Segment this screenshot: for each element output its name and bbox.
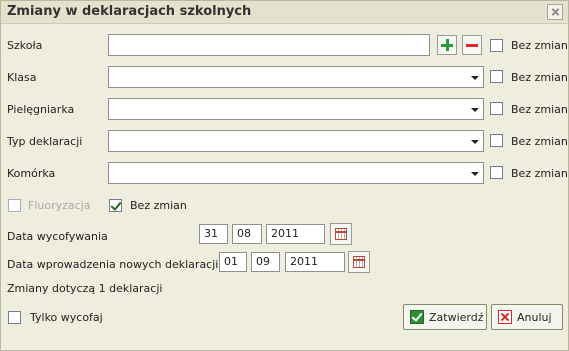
chevron-down-icon[interactable] [468,164,482,182]
pielegniarka-bez-zmian-label: Bez zmian [511,103,568,116]
zatwierdz-label: Zatwierdź [429,311,484,324]
komorka-combobox[interactable] [108,162,484,184]
wycofywania-month-input[interactable]: 08 [232,224,262,244]
zatwierdz-button[interactable]: Zatwierdź [403,304,487,330]
klasa-bez-zmian-checkbox[interactable] [490,70,503,83]
chevron-down-icon[interactable] [468,100,482,118]
add-icon[interactable] [437,35,457,55]
chevron-down-icon[interactable] [468,132,482,150]
chevron-down-icon[interactable] [468,68,482,86]
info-text: Zmiany dotyczą 1 deklaracji [7,282,163,295]
tylko-wycofaj-label: Tylko wycofaj [30,311,103,324]
window-title: Zmiany w deklaracjach szkolnych [7,4,252,19]
remove-icon[interactable] [462,35,482,55]
pielegniarka-bez-zmian-checkbox[interactable] [490,102,503,115]
szkola-input[interactable] [108,34,430,56]
calendar-icon [353,256,365,268]
fluoryzacja-label: Fluoryzacja [28,199,91,212]
pielegniarka-label: Pielęgniarka [7,103,75,116]
calendar-icon [335,228,347,240]
anuluj-label: Anuluj [517,311,552,324]
wycofywania-calendar-button[interactable] [330,223,352,245]
wprowadzenia-day-input[interactable]: 01 [219,252,247,272]
typ-deklaracji-combobox[interactable] [108,130,484,152]
klasa-combobox[interactable] [108,66,484,88]
close-button[interactable] [547,4,563,20]
pielegniarka-combobox[interactable] [108,98,484,120]
anuluj-button[interactable]: Anuluj [491,304,563,330]
szkola-bez-zmian-checkbox[interactable] [490,39,503,52]
wycofywania-day-input[interactable]: 31 [199,224,228,244]
data-wycofywania-label: Data wycofywania [7,230,108,243]
wprowadzenia-month-input[interactable]: 09 [251,252,280,272]
typ-deklaracji-bez-zmian-checkbox[interactable] [490,134,503,147]
fluoryzacja-bez-zmian-checkbox[interactable] [109,199,122,212]
szkola-bez-zmian-label: Bez zmian [511,39,568,52]
typ-deklaracji-label: Typ deklaracji [7,135,83,148]
wprowadzenia-calendar-button[interactable] [348,251,370,273]
komorka-bez-zmian-checkbox[interactable] [490,166,503,179]
wycofywania-year-input[interactable]: 2011 [266,224,325,244]
tylko-wycofaj-checkbox[interactable] [8,311,21,324]
komorka-bez-zmian-label: Bez zmian [511,167,568,180]
close-icon [498,310,512,324]
klasa-label: Klasa [7,71,37,84]
dialog-window: Zmiany w deklaracjach szkolnych Szkoła B… [0,0,569,351]
title-bar: Zmiany w deklaracjach szkolnych [1,1,568,24]
klasa-bez-zmian-label: Bez zmian [511,71,568,84]
komorka-label: Komórka [7,167,56,180]
check-icon [410,310,424,324]
fluoryzacja-checkbox[interactable] [8,199,21,212]
fluoryzacja-bez-zmian-label: Bez zmian [130,199,187,212]
data-wprowadzenia-label: Data wprowadzenia nowych deklaracji [7,258,219,271]
typ-deklaracji-bez-zmian-label: Bez zmian [511,135,568,148]
szkola-label: Szkoła [7,39,43,52]
wprowadzenia-year-input[interactable]: 2011 [285,252,345,272]
